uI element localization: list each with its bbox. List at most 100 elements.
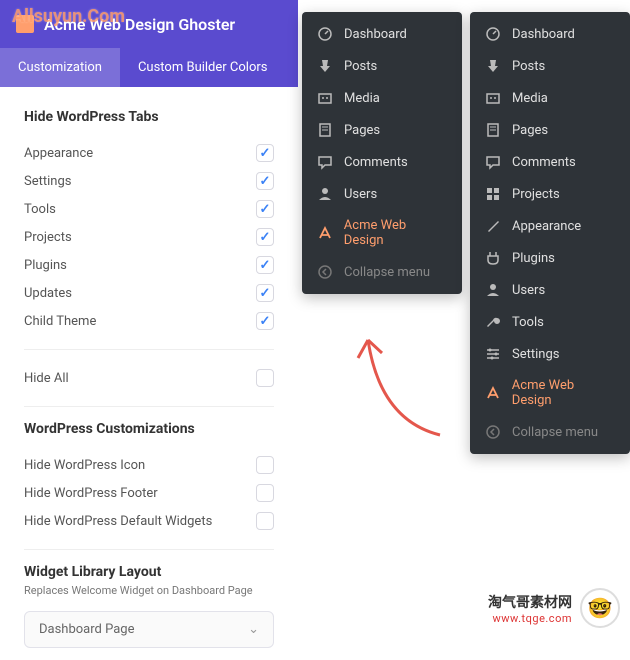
- sliders-icon: [484, 346, 502, 362]
- user-icon: [316, 186, 334, 202]
- tab-custom-builder-colors[interactable]: Custom Builder Colors: [120, 48, 286, 87]
- dashboard-icon: [484, 26, 502, 42]
- menu-item-media[interactable]: Media: [470, 82, 630, 114]
- menu-item-label: Pages: [512, 123, 548, 138]
- settings-panel: Acme Web Design Ghoster Customization Cu…: [0, 0, 298, 660]
- checkbox[interactable]: [256, 512, 274, 530]
- checkbox[interactable]: [256, 144, 274, 162]
- checkbox[interactable]: [256, 284, 274, 302]
- menu-item-label: Tools: [512, 315, 544, 330]
- watermark-title: 淘气哥素材网: [488, 592, 572, 612]
- project-icon: [484, 186, 502, 202]
- checkbox[interactable]: [256, 484, 274, 502]
- menu-item-comments[interactable]: Comments: [302, 146, 462, 178]
- checkbox[interactable]: [256, 228, 274, 246]
- check-row-updates: Updates: [24, 279, 274, 307]
- menu-item-label: Plugins: [512, 251, 555, 266]
- divider: [24, 406, 274, 407]
- check-row-plugins: Plugins: [24, 251, 274, 279]
- menu-item-label: Comments: [512, 155, 576, 170]
- menu-item-label: Collapse menu: [344, 265, 430, 280]
- menu-item-label: Dashboard: [344, 27, 407, 42]
- check-label: Hide WordPress Footer: [24, 486, 158, 501]
- dashboard-icon: [316, 26, 334, 42]
- page-icon: [484, 122, 502, 138]
- check-label: Projects: [24, 230, 72, 245]
- check-row-projects: Projects: [24, 223, 274, 251]
- watermark-top: Allsuyun.Com: [12, 6, 125, 27]
- watermark-avatar-icon: 🤓: [580, 588, 620, 628]
- hide-all-row: Hide All: [24, 364, 274, 392]
- menu-item-label: Projects: [512, 187, 560, 202]
- check-label: Hide WordPress Icon: [24, 458, 145, 473]
- menu-item-label: Posts: [512, 59, 545, 74]
- menu-item-projects[interactable]: Projects: [470, 178, 630, 210]
- checkbox[interactable]: [256, 256, 274, 274]
- menu-item-settings[interactable]: Settings: [470, 338, 630, 370]
- menu-item-label: Acme Web Design: [512, 378, 616, 408]
- wrench-icon: [484, 314, 502, 330]
- check-label: Tools: [24, 202, 56, 217]
- checkbox[interactable]: [256, 312, 274, 330]
- check-row-hide-wordpress-default-widgets: Hide WordPress Default Widgets: [24, 507, 274, 535]
- acme-icon: [484, 385, 502, 401]
- menu-item-users[interactable]: Users: [302, 178, 462, 210]
- page-icon: [316, 122, 334, 138]
- check-row-hide-wordpress-footer: Hide WordPress Footer: [24, 479, 274, 507]
- section-widget-title: Widget Library Layout: [24, 564, 274, 580]
- check-row-hide-wordpress-icon: Hide WordPress Icon: [24, 451, 274, 479]
- check-label: Updates: [24, 286, 72, 301]
- menu-item-media[interactable]: Media: [302, 82, 462, 114]
- checkbox[interactable]: [256, 456, 274, 474]
- menu-item-label: Appearance: [512, 219, 581, 234]
- media-icon: [484, 90, 502, 106]
- menu-item-tools[interactable]: Tools: [470, 306, 630, 338]
- menu-item-dashboard[interactable]: Dashboard: [470, 18, 630, 50]
- menu-item-dashboard[interactable]: Dashboard: [302, 18, 462, 50]
- check-row-settings: Settings: [24, 167, 274, 195]
- menu-item-label: Dashboard: [512, 27, 575, 42]
- menu-item-label: Media: [512, 91, 548, 106]
- menu-item-appearance[interactable]: Appearance: [470, 210, 630, 242]
- collapse-icon: [316, 264, 334, 280]
- tab-customization[interactable]: Customization: [0, 48, 120, 87]
- wp-admin-menu-after: Dashboard Posts Media PagesCommentsUsers Acm…: [302, 12, 462, 294]
- brush-icon: [484, 218, 502, 234]
- plugin-icon: [484, 250, 502, 266]
- checkbox[interactable]: [256, 172, 274, 190]
- select-value: Dashboard Page: [39, 622, 135, 637]
- section-widget-subtitle: Replaces Welcome Widget on Dashboard Pag…: [24, 584, 274, 597]
- section-customizations-title: WordPress Customizations: [24, 421, 274, 437]
- arrow-annotation: [340, 320, 460, 440]
- check-label: Appearance: [24, 146, 93, 161]
- menu-item-acme-web-design[interactable]: Acme Web Design: [470, 370, 630, 416]
- menu-item-label: Posts: [344, 59, 377, 74]
- checkbox[interactable]: [256, 200, 274, 218]
- menu-item-acme-web-design[interactable]: Acme Web Design: [302, 210, 462, 256]
- menu-item-users[interactable]: Users: [470, 274, 630, 306]
- comment-icon: [316, 154, 334, 170]
- divider: [24, 549, 274, 550]
- divider: [24, 349, 274, 350]
- pin-icon: [316, 58, 334, 74]
- menu-item-posts[interactable]: Posts: [470, 50, 630, 82]
- widget-layout-select[interactable]: Dashboard Page: [24, 611, 274, 648]
- panel-body: Hide WordPress Tabs AppearanceSettingsTo…: [0, 87, 298, 660]
- menu-item-collapse-menu[interactable]: Collapse menu: [302, 256, 462, 288]
- check-row-child-theme: Child Theme: [24, 307, 274, 335]
- menu-item-pages[interactable]: Pages: [470, 114, 630, 146]
- hide-all-label: Hide All: [24, 371, 69, 386]
- menu-item-pages[interactable]: Pages: [302, 114, 462, 146]
- hide-all-checkbox[interactable]: [256, 369, 274, 387]
- check-row-appearance: Appearance: [24, 139, 274, 167]
- menu-item-comments[interactable]: Comments: [470, 146, 630, 178]
- menu-item-label: Collapse menu: [512, 425, 598, 440]
- comment-icon: [484, 154, 502, 170]
- watermark-bottom: 淘气哥素材网 www.tqge.com 🤓: [488, 588, 620, 628]
- menu-item-collapse-menu[interactable]: Collapse menu: [470, 416, 630, 448]
- check-label: Hide WordPress Default Widgets: [24, 514, 212, 529]
- menu-item-label: Acme Web Design: [344, 218, 448, 248]
- menu-item-plugins[interactable]: Plugins: [470, 242, 630, 274]
- menu-item-label: Media: [344, 91, 380, 106]
- menu-item-posts[interactable]: Posts: [302, 50, 462, 82]
